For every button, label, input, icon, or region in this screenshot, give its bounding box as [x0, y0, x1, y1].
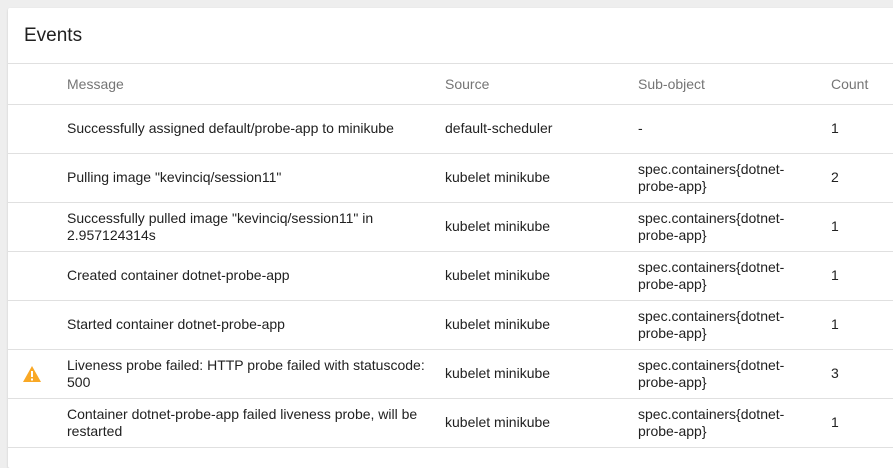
event-subobject: spec.containers{dotnet-probe-app}: [638, 202, 831, 252]
table-row: Liveness probe failed: HTTP probe failed…: [8, 349, 893, 399]
event-subobject: spec.containers{dotnet-probe-app}: [638, 153, 831, 203]
event-source: kubelet minikube: [445, 398, 638, 448]
event-count: 3: [831, 349, 893, 399]
table-row: Started container dotnet-probe-app kubele…: [8, 300, 893, 350]
row-icon-cell: [8, 349, 67, 399]
row-icon-cell: [8, 104, 67, 154]
row-icon-cell: [8, 153, 67, 203]
event-subobject: spec.containers{dotnet-probe-app}: [638, 398, 831, 448]
events-card: Events Message Source Sub-object Count S…: [8, 8, 893, 468]
row-icon-cell: [8, 300, 67, 350]
event-message: Created container dotnet-probe-app: [67, 251, 445, 301]
event-source: kubelet minikube: [445, 300, 638, 350]
icon-column-header: [8, 64, 67, 105]
event-subobject: spec.containers{dotnet-probe-app}: [638, 251, 831, 301]
row-icon-cell: [8, 398, 67, 448]
table-row: Successfully pulled image "kevinciq/sess…: [8, 202, 893, 252]
warning-icon: [22, 365, 42, 383]
events-table: Message Source Sub-object Count Successf…: [8, 64, 893, 448]
event-message: Started container dotnet-probe-app: [67, 300, 445, 350]
table-header-row: Message Source Sub-object Count: [8, 64, 893, 105]
event-subobject: spec.containers{dotnet-probe-app}: [638, 349, 831, 399]
event-message: Successfully pulled image "kevinciq/sess…: [67, 202, 445, 252]
row-icon-cell: [8, 202, 67, 252]
event-message: Container dotnet-probe-app failed livene…: [67, 398, 445, 448]
card-header: Events: [8, 8, 893, 64]
event-subobject: -: [638, 104, 831, 154]
event-subobject: spec.containers{dotnet-probe-app}: [638, 300, 831, 350]
message-column-header[interactable]: Message: [67, 64, 445, 105]
event-source: kubelet minikube: [445, 349, 638, 399]
table-row: Created container dotnet-probe-app kubele…: [8, 251, 893, 301]
row-icon-cell: [8, 251, 67, 301]
event-message: Successfully assigned default/probe-app …: [67, 104, 445, 154]
event-count: 1: [831, 104, 893, 154]
table-row: Container dotnet-probe-app failed livene…: [8, 398, 893, 448]
table-row: Pulling image "kevinciq/session11" kubele…: [8, 153, 893, 203]
event-count: 1: [831, 398, 893, 448]
event-count: 1: [831, 251, 893, 301]
event-count: 1: [831, 202, 893, 252]
event-count: 1: [831, 300, 893, 350]
event-source: default-scheduler: [445, 104, 638, 154]
table-row: Successfully assigned default/probe-app …: [8, 104, 893, 154]
source-column-header[interactable]: Source: [445, 64, 638, 105]
count-column-header[interactable]: Count: [831, 64, 893, 105]
event-count: 2: [831, 153, 893, 203]
event-source: kubelet minikube: [445, 153, 638, 203]
event-source: kubelet minikube: [445, 251, 638, 301]
subobject-column-header[interactable]: Sub-object: [638, 64, 831, 105]
card-title: Events: [24, 24, 83, 46]
event-message: Pulling image "kevinciq/session11": [67, 153, 445, 203]
event-source: kubelet minikube: [445, 202, 638, 252]
event-message: Liveness probe failed: HTTP probe failed…: [67, 349, 445, 399]
